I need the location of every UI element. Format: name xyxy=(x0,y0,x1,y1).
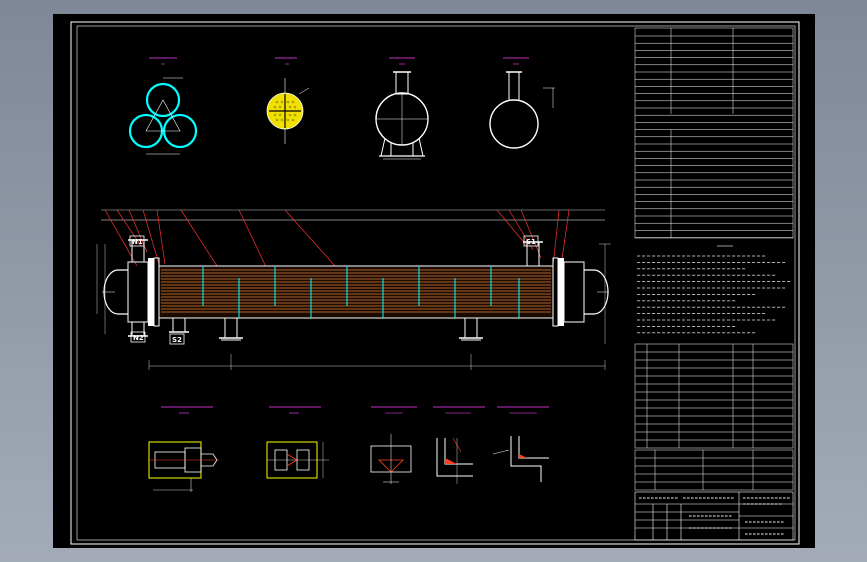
cad-viewport[interactable]: N1 N2 S1 S2 xyxy=(0,0,867,562)
parts-list-table xyxy=(634,449,794,491)
svg-text:S1: S1 xyxy=(526,238,536,246)
nozzle-tag-s2: S2 xyxy=(169,333,185,345)
detail-view-2 xyxy=(266,406,329,479)
drawing-canvas: N1 N2 S1 S2 xyxy=(70,21,800,545)
heat-exchanger-elevation xyxy=(96,209,611,370)
shell-section-icon xyxy=(489,57,555,149)
head-section-icon xyxy=(375,57,429,160)
svg-text:N2: N2 xyxy=(133,334,144,342)
svg-text:S2: S2 xyxy=(172,336,182,344)
technical-requirements xyxy=(637,245,791,334)
nozzle-tag-n2: N2 xyxy=(130,331,146,343)
weld-detail-3 xyxy=(492,406,549,482)
design-data-table xyxy=(634,27,794,239)
nozzle-table xyxy=(634,343,794,449)
tube-sheet-icon xyxy=(266,57,310,144)
weld-detail-2 xyxy=(433,406,485,484)
svg-text:N1: N1 xyxy=(132,238,143,246)
tube-layout-icon xyxy=(128,57,198,155)
weld-detail-1 xyxy=(370,406,417,484)
drawing-sheet[interactable]: N1 N2 S1 S2 xyxy=(53,14,815,548)
nozzle-tag-n1: N1 xyxy=(129,235,145,247)
nozzle-tag-s1: S1 xyxy=(523,235,539,247)
detail-view-1 xyxy=(148,406,219,492)
